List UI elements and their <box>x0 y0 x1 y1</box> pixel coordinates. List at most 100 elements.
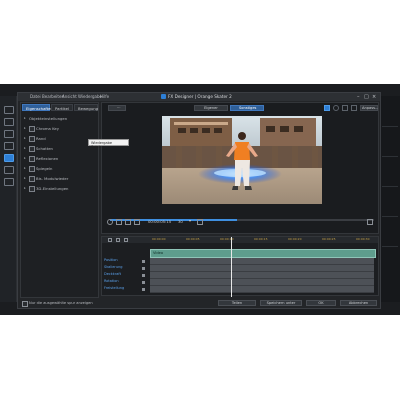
layers-icon[interactable] <box>4 118 14 126</box>
menu-playback[interactable]: Wiedergabe <box>78 94 102 99</box>
zoom-dropdown[interactable]: Anpass... <box>360 105 378 111</box>
track-label-rotation[interactable]: Rotation <box>104 279 146 285</box>
list-item-3d-settings[interactable]: ▸ 3D-Einstellungen <box>24 185 98 192</box>
menu-view[interactable]: Ansicht <box>62 94 77 99</box>
window-title: FX Designer | Orange Skater 2 <box>168 94 232 99</box>
list-item-mirror[interactable]: ▸ Spiegeln <box>24 165 98 172</box>
chevron-right-icon: ▸ <box>24 126 26 130</box>
show-selected-track-checkbox[interactable] <box>22 301 28 307</box>
list-item-blend-mode[interactable]: ▸ Bis. Modulwieder <box>24 175 98 182</box>
fullscreen-icon[interactable] <box>197 219 203 225</box>
tab-properties[interactable]: Eigenschaften <box>22 104 53 111</box>
checkbox[interactable] <box>29 176 35 182</box>
track-lane[interactable] <box>150 279 374 286</box>
keyframe-icon[interactable] <box>142 281 145 284</box>
menu-help[interactable]: Hilfe <box>100 94 109 99</box>
chevron-down-icon[interactable]: ▾ <box>189 218 195 224</box>
list-item-shadow[interactable]: ▸ Schatten <box>24 145 98 152</box>
keyframe-icon[interactable] <box>142 260 145 263</box>
background-toolbar <box>0 96 17 302</box>
timeline-header: 00:00:00 00:00:05 00:00:10 00:00:15 00:0… <box>102 237 378 243</box>
zoom-in-icon[interactable] <box>351 105 357 111</box>
list-item-border[interactable]: ▸ Rand <box>24 135 98 142</box>
keyframe-icon[interactable] <box>142 267 145 270</box>
track-lane[interactable] <box>150 286 374 293</box>
keyframe-icon[interactable] <box>142 288 145 291</box>
text-icon[interactable] <box>4 130 14 138</box>
checkbox[interactable] <box>29 126 35 132</box>
checkbox[interactable] <box>29 156 35 162</box>
skater-figure <box>198 132 282 190</box>
ruler-tick: 00:00:30 <box>356 237 370 241</box>
audio-icon[interactable] <box>4 166 14 174</box>
cancel-button[interactable]: Abbrechen <box>340 300 377 306</box>
ruler-tick: 00:00:00 <box>152 237 166 241</box>
maximize-icon[interactable]: □ <box>364 94 369 100</box>
properties-panel: Eigenschaften Partikel Bewegung ▸ Objekt… <box>20 102 99 298</box>
tab-motion[interactable]: Bewegung <box>74 104 98 111</box>
chevron-right-icon: ▸ <box>24 116 26 120</box>
transition-icon[interactable] <box>4 178 14 186</box>
dialog-footer: Nur die ausgewählte spur anzeigen Teilen… <box>20 299 379 308</box>
save-as-button[interactable]: Speichern unter <box>260 300 302 306</box>
timecode[interactable]: 00:00:05:15 <box>148 219 171 224</box>
zoom-out-icon[interactable] <box>342 105 348 111</box>
particle-tool-icon[interactable] <box>333 105 339 111</box>
ok-button[interactable]: OK <box>306 300 336 306</box>
ruler-tick: 00:00:25 <box>322 237 336 241</box>
keyframe-icon[interactable] <box>142 274 145 277</box>
timeline-playhead[interactable] <box>231 237 232 297</box>
checkbox[interactable] <box>29 166 35 172</box>
ruler-tick: 00:00:15 <box>254 237 268 241</box>
checkbox[interactable] <box>29 136 35 142</box>
ruler-tick: 00:00:20 <box>288 237 302 241</box>
menu-file[interactable]: Datei <box>30 94 41 99</box>
list-item-chroma-key[interactable]: ▸ Chroma Key <box>24 125 98 132</box>
previous-frame-icon[interactable] <box>125 219 131 225</box>
track-label-opacity[interactable]: Deckkraft <box>104 272 146 278</box>
remove-keyframe-icon[interactable] <box>116 238 120 242</box>
share-button[interactable]: Teilen <box>218 300 256 306</box>
effects-icon[interactable] <box>4 142 14 150</box>
fps-select[interactable]: 30 <box>178 219 183 224</box>
timeline-ruler[interactable]: 00:00:00 00:00:05 00:00:10 00:00:15 00:0… <box>150 237 376 243</box>
play-icon[interactable] <box>107 219 113 225</box>
ruler-tick: 00:00:05 <box>186 237 200 241</box>
track-label-position[interactable]: Position <box>104 258 146 264</box>
folder-icon[interactable] <box>4 106 14 114</box>
tab-particles[interactable]: Partikel <box>51 104 73 111</box>
checkbox[interactable] <box>29 186 35 192</box>
fx-icon[interactable] <box>4 154 14 162</box>
app-logo-icon <box>161 94 166 99</box>
stop-icon[interactable] <box>116 219 122 225</box>
list-item-reflection[interactable]: ▸ Reflexionen <box>24 155 98 162</box>
track-lane[interactable] <box>150 265 374 272</box>
chevron-right-icon: ▸ <box>24 166 26 170</box>
chevron-right-icon: ▸ <box>24 176 26 180</box>
display-icon[interactable] <box>367 219 373 225</box>
preview-panel: ⋯ Eigener Sonstiges Anpass... <box>101 102 379 234</box>
preview-mode-button-active[interactable]: Sonstiges <box>230 105 264 111</box>
track-label-scale[interactable]: Skalierung <box>104 265 146 271</box>
background-track-area <box>380 96 400 302</box>
menu-edit[interactable]: Bearbeiten <box>42 94 64 99</box>
list-item-object-settings[interactable]: ▸ Objekteinstellungen <box>24 115 98 122</box>
add-keyframe-icon[interactable] <box>108 238 112 242</box>
close-icon[interactable]: × <box>372 94 376 100</box>
select-tool-icon[interactable] <box>324 105 330 111</box>
fx-designer-window: Datei Bearbeiten Ansicht Wiedergabe Hilf… <box>17 92 381 309</box>
next-frame-icon[interactable] <box>134 219 140 225</box>
keyframe-nav-icon[interactable] <box>124 238 128 242</box>
track-lane[interactable] <box>150 272 374 279</box>
checkbox[interactable] <box>29 146 35 152</box>
show-selected-track-label: Nur die ausgewählte spur anzeigen <box>29 300 93 305</box>
preview-menu-button[interactable]: ⋯ <box>108 105 126 111</box>
chevron-right-icon: ▸ <box>24 186 26 190</box>
title-bar: Datei Bearbeiten Ansicht Wiedergabe Hilf… <box>18 93 380 101</box>
track-lane[interactable] <box>150 258 374 265</box>
preview-mode-button[interactable]: Eigener <box>194 105 228 111</box>
minimize-icon[interactable]: – <box>357 94 360 100</box>
track-label-freistellung[interactable]: Freistellung <box>104 286 146 292</box>
video-clip[interactable]: Video <box>150 249 376 258</box>
timeline-panel: 00:00:00 00:00:05 00:00:10 00:00:15 00:0… <box>101 236 379 297</box>
